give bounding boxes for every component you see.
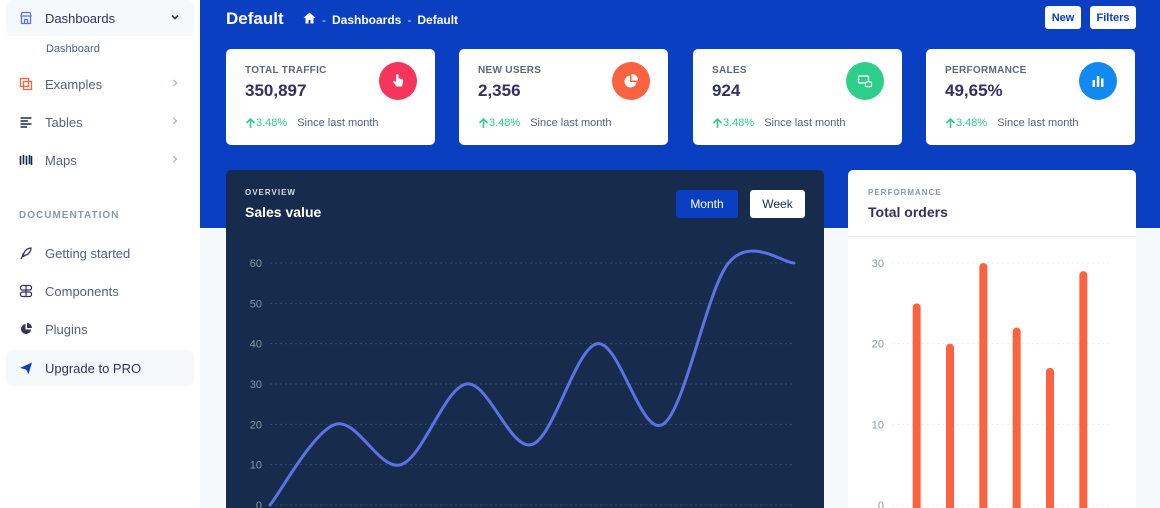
stat-change: 3.48% [712,117,754,129]
order-bar [1046,367,1054,508]
filters-button[interactable]: Filters [1090,6,1136,29]
y-tick-label: 20 [872,339,884,351]
sidebar-item-label: Getting started [45,245,131,261]
stat-value: 924 [712,81,741,100]
stat-since: Since last month [297,117,379,129]
sidebar-item-label: Upgrade to PRO [45,360,142,376]
stat-footer: 3.48% Since last month [245,117,379,129]
breadcrumb-default: Default [417,12,459,27]
sidebar-item-maps[interactable]: Maps [6,142,194,178]
y-tick-label: 60 [250,258,262,270]
stat-value: 350,897 [245,81,307,100]
order-bar [1079,271,1088,508]
documentation-heading: DOCUMENTATION [19,210,120,221]
sidebar: Dashboards Dashboard Examples Tables Map… [0,0,200,508]
stat-card-traffic: TOTAL TRAFFIC 350,897 3.48% Since last m… [226,49,435,145]
stat-title: TOTAL TRAFFIC [245,65,327,76]
breadcrumb-separator: - [322,12,326,27]
pie-chart-icon [612,62,650,100]
sales-series-line [268,249,796,507]
y-tick-label: 0 [878,500,884,508]
stat-title: PERFORMANCE [945,65,1027,76]
arrow-up-icon [478,117,489,128]
pie-icon [18,321,34,337]
storefront-icon [18,10,34,26]
total-orders-panel: PERFORMANCE Total orders 0 10 20 30 [848,170,1136,508]
sidebar-item-label: Examples [45,76,103,92]
rocket-icon [18,245,34,261]
chevron-right-icon[interactable] [168,152,182,166]
y-tick-label: 40 [250,339,262,351]
sidebar-subitem-dashboard[interactable]: Dashboard [46,43,100,55]
y-tick-label: 20 [250,419,262,431]
sidebar-item-dashboards[interactable]: Dashboards [6,0,194,36]
stat-footer: 3.48% Since last month [478,117,612,129]
arrow-up-icon [712,117,723,128]
y-tick-label: 10 [250,460,262,472]
y-tick-label: 50 [250,298,262,310]
stat-since: Since last month [997,117,1079,129]
sidebar-item-plugins[interactable]: Plugins [6,311,194,347]
map-icon [18,152,34,168]
stat-since: Since last month [764,117,846,129]
order-bar [946,343,954,508]
list-icon [18,114,34,130]
sales-value-panel: OVERVIEW Sales value Month Week 0 10 20 30 4… [226,170,824,508]
chevron-down-icon[interactable] [168,10,182,24]
stat-change-value: 3.48% [489,117,521,129]
layers-icon [18,76,34,92]
send-icon [18,360,34,376]
stat-title: SALES [712,65,747,76]
stat-card-performance: PERFORMANCE 49,65% 3.48% Since last mont… [926,49,1135,145]
bar-chart-icon [1079,62,1117,100]
y-tick-label: 10 [872,419,884,431]
stat-change-value: 3.48% [256,117,288,129]
home-icon[interactable] [303,12,316,27]
stat-since: Since last month [530,117,612,129]
order-bar [979,263,988,508]
sidebar-item-label: Tables [45,114,83,130]
stat-footer: 3.48% Since last month [945,117,1079,129]
stat-value: 49,65% [945,81,1003,100]
sidebar-item-label: Plugins [45,321,88,337]
sidebar-item-label: Dashboards [45,10,116,26]
stat-card-sales: SALES 924 3.48% Since last month [693,49,902,145]
sidebar-item-label: Maps [45,152,77,168]
stat-card-new-users: NEW USERS 2,356 3.48% Since last month [459,49,668,145]
new-button[interactable]: New [1045,6,1081,29]
sidebar-item-upgrade-pro[interactable]: Upgrade to PRO [6,350,194,386]
arrow-up-icon [245,117,256,128]
arrow-up-icon [945,117,956,128]
pointer-icon [379,62,417,100]
breadcrumb-dashboards[interactable]: Dashboards [332,13,401,27]
stat-change: 3.48% [478,117,520,129]
y-tick-label: 30 [250,379,262,391]
y-tick-label: 0 [256,500,262,508]
stat-change-value: 3.48% [723,117,755,129]
breadcrumb: - Dashboards - Default [303,12,458,27]
sales-line-chart: 0 10 20 30 40 50 60 [250,249,796,508]
stat-change: 3.48% [945,117,987,129]
sidebar-item-getting-started[interactable]: Getting started [6,235,194,271]
chevron-right-icon[interactable] [168,76,182,90]
breadcrumb-separator: - [407,12,412,27]
orders-bar-chart: 0 10 20 30 [872,258,1112,508]
y-tick-label: 30 [872,258,884,270]
stat-change: 3.48% [245,117,287,129]
components-icon [18,283,34,299]
stat-change-value: 3.48% [956,117,988,129]
chevron-right-icon[interactable] [168,114,182,128]
sidebar-item-examples[interactable]: Examples [6,66,194,102]
stat-title: NEW USERS [478,65,542,76]
money-coins-icon [846,62,884,100]
stat-footer: 3.48% Since last month [712,117,846,129]
stat-value: 2,356 [478,81,521,100]
order-bar [912,303,921,508]
sidebar-item-components[interactable]: Components [6,273,194,309]
order-bar [1012,327,1021,508]
sidebar-item-tables[interactable]: Tables [6,104,194,140]
page-title: Default [226,9,284,28]
sidebar-item-label: Components [45,283,119,299]
